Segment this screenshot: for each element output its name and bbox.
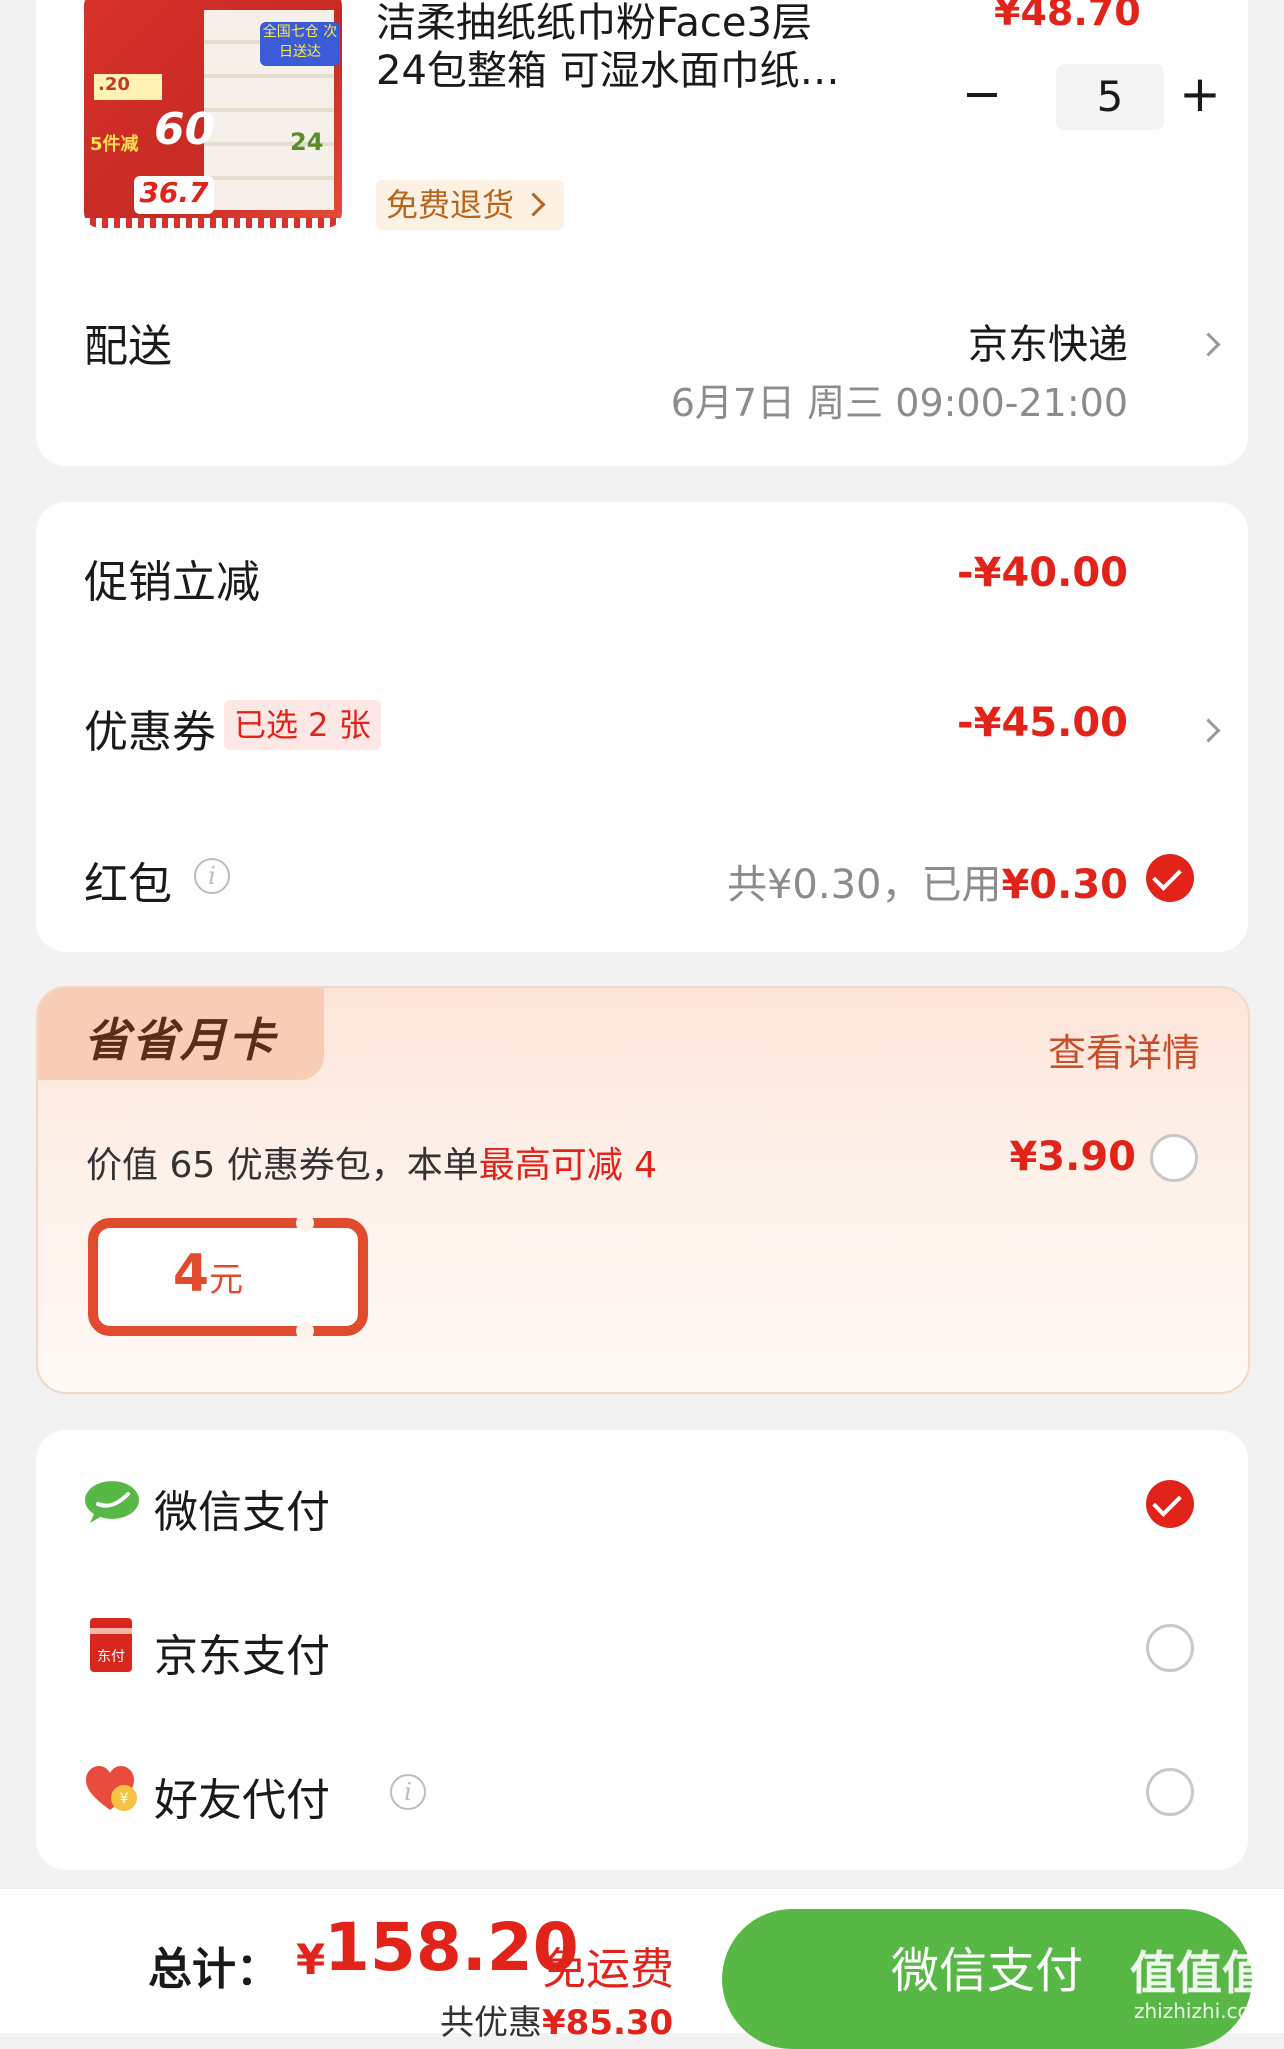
discounts-card: 促销立减 -¥40.00 优惠券 已选 2 张 -¥45.00 红包 i 共¥0… — [36, 502, 1248, 952]
jd-pay-icon: 东付 — [90, 1618, 132, 1672]
monthly-card-title: 省省月卡 — [84, 1013, 276, 1067]
redpacket-summary: 共¥0.30，已用¥0.30 — [727, 852, 1128, 910]
saved-summary: 共优惠¥85.30 — [440, 1995, 673, 2044]
monthly-card-checkbox[interactable] — [1150, 1134, 1198, 1182]
promo-label: 促销立减 — [84, 557, 260, 608]
promo-value: -¥40.00 — [957, 550, 1128, 596]
ticket-notch-top — [296, 1214, 314, 1232]
payment-option-jd[interactable]: 东付 京东支付 — [36, 1574, 1248, 1718]
watermark-url: zhizhizhi.com — [1134, 1999, 1270, 2023]
free-return-label: 免费退货 — [386, 186, 515, 224]
info-icon[interactable]: i — [194, 858, 230, 894]
quantity-plus-button[interactable]: + — [1172, 66, 1228, 122]
product-card: 全国七仓 次日送达 .20 5件减 60 36.7 24 洁柔抽纸纸巾粉Face… — [36, 0, 1248, 466]
product-title-line2[interactable]: 24包整箱 可湿水面巾纸… — [376, 38, 840, 96]
shipping-text: 免运费 — [542, 1944, 674, 1995]
svg-text:¥: ¥ — [120, 1791, 129, 1807]
ticket-amount-unit: 元 — [209, 1260, 244, 1300]
thumb-badge-top: 全国七仓 次日送达 — [260, 22, 340, 66]
redpacket-used: ¥0.30 — [1001, 862, 1128, 908]
coupon-selected-tag[interactable]: 已选 2 张 — [224, 700, 381, 750]
watermark-logo: 值值值 — [1130, 1946, 1268, 2000]
thumb-bottom-border — [84, 218, 342, 228]
monthly-card-desc: 价值 65 优惠券包，本单最高可减 4 — [86, 1136, 657, 1188]
coupon-label[interactable]: 优惠券 — [84, 696, 216, 760]
monthly-card-details-link[interactable]: 查看详情 — [1048, 1022, 1200, 1077]
chevron-right-icon[interactable] — [1196, 332, 1221, 357]
product-price: ¥48.70 — [994, 0, 1141, 34]
payment-label-jd: 京东支付 — [154, 1631, 330, 1682]
jd-pay-icon-band — [90, 1628, 132, 1634]
delivery-label: 配送 — [84, 321, 172, 372]
thumb-final-price: 36.7 — [134, 176, 214, 214]
payment-option-friend[interactable]: ¥ 好友代付 i — [36, 1718, 1248, 1862]
payment-radio-jd[interactable] — [1146, 1624, 1194, 1672]
wechat-icon — [85, 1481, 139, 1523]
payment-option-wechat[interactable]: 微信支付 — [36, 1430, 1248, 1574]
ticket-notch-bottom — [296, 1322, 314, 1340]
thumb-pack-count: 24 — [290, 128, 324, 156]
payment-radio-friend[interactable] — [1146, 1768, 1194, 1816]
monthly-card: 省省月卡 查看详情 价值 65 优惠券包，本单最高可减 4 ¥3.90 4元 — [36, 986, 1250, 1394]
total-value: 158.20 — [324, 1909, 579, 1986]
monthly-card-price: ¥3.90 — [1009, 1134, 1136, 1180]
thumb-coupon: .20 — [94, 74, 162, 100]
product-thumbnail[interactable]: 全国七仓 次日送达 .20 5件减 60 36.7 24 — [84, 0, 342, 228]
checkout-footer: 总计： ¥ 158.20 免运费 共优惠¥85.30 微信支付 值值值 zhiz… — [0, 1888, 1284, 2049]
info-icon[interactable]: i — [390, 1774, 426, 1810]
total-label: 总计： — [148, 1944, 280, 1995]
redpacket-label: 红包 — [84, 859, 172, 910]
total-symbol: ¥ — [296, 1935, 326, 1984]
redpacket-checkbox[interactable] — [1146, 854, 1194, 902]
thumb-discount-label: 5件减 — [90, 134, 139, 155]
monthly-card-desc-highlight: 最高可减 4 — [478, 1145, 658, 1186]
ticket-amount-value: 4 — [172, 1244, 210, 1304]
payment-label-friend: 好友代付 — [154, 1775, 330, 1826]
redpacket-total: 共¥0.30，已用 — [726, 862, 1002, 908]
coupon-value[interactable]: -¥45.00 — [957, 700, 1128, 746]
thumb-discount-value: 60 — [154, 104, 216, 155]
coupon-ticket: 4元 — [88, 1214, 368, 1340]
monthly-card-desc-prefix: 价值 65 优惠券包，本单 — [86, 1145, 479, 1186]
quantity-minus-button[interactable]: − — [954, 66, 1010, 122]
saved-label: 共优惠 — [440, 2003, 542, 2043]
delivery-time: 6月7日 周三 09:00-21:00 — [670, 381, 1128, 425]
chevron-right-icon[interactable] — [1196, 718, 1221, 743]
saved-value: ¥85.30 — [542, 2003, 674, 2043]
friend-pay-icon: ¥ — [86, 1766, 137, 1811]
quantity-input[interactable]: 5 — [1056, 64, 1164, 130]
delivery-carrier[interactable]: 京东快递 — [968, 312, 1128, 370]
payment-radio-wechat[interactable] — [1146, 1480, 1194, 1528]
jd-pay-icon-text: 东付 — [97, 1649, 125, 1665]
payment-label-wechat: 微信支付 — [154, 1487, 330, 1538]
free-return-tag[interactable]: 免费退货 — [376, 180, 565, 230]
chevron-right-icon — [521, 192, 546, 217]
payment-card: 微信支付 东付 京东支付 ¥ 好友代付 i — [36, 1430, 1248, 1870]
ticket-amount: 4元 — [98, 1244, 318, 1304]
